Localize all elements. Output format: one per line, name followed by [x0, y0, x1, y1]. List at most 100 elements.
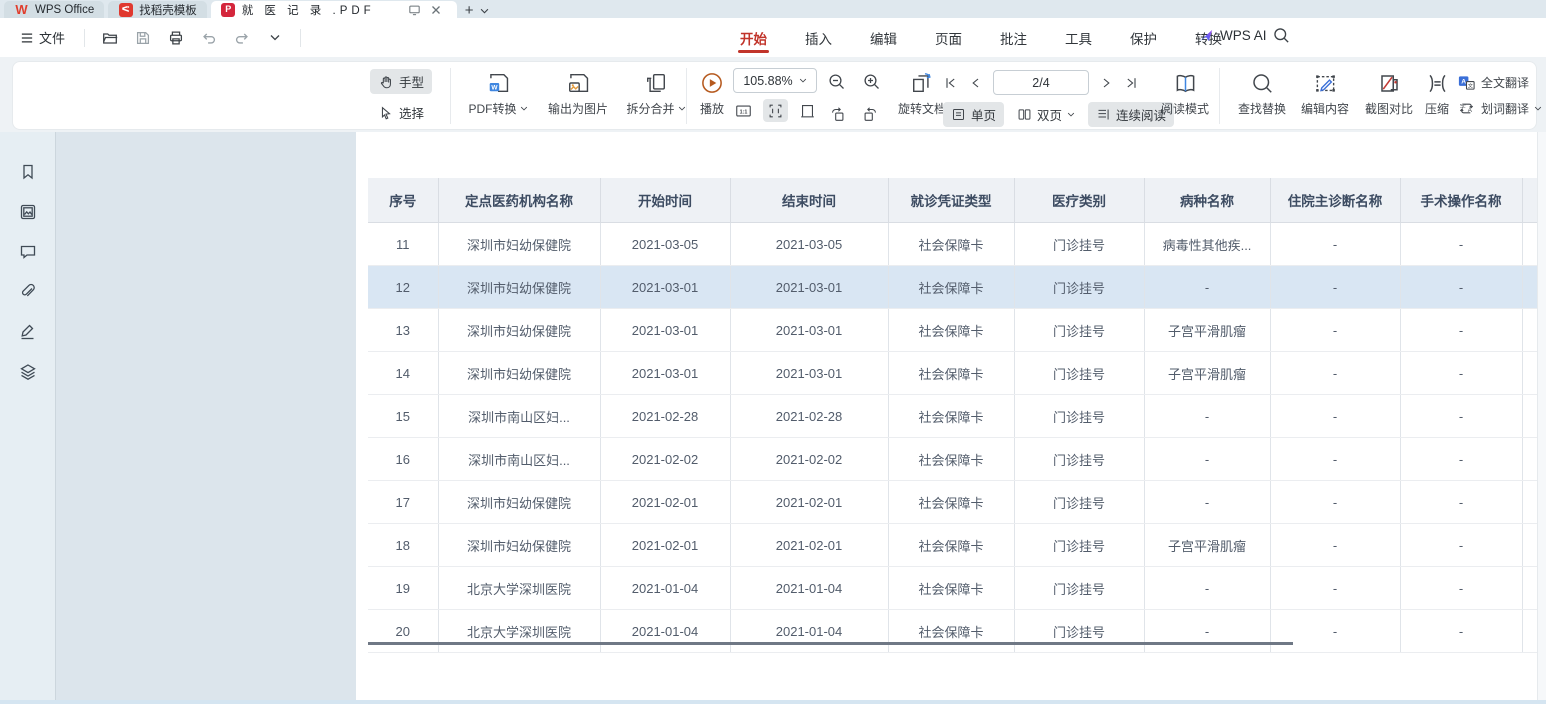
tab-medical-record-pdf[interactable]: P 就 医 记 录 .PDF — [211, 1, 457, 18]
wps-pdf-window: W WPS Office ᕙ 找稻壳模板 P 就 医 记 录 .PDF + — [0, 0, 1546, 704]
zoom-out-button[interactable] — [824, 70, 849, 93]
table-cell: 14 — [368, 352, 438, 395]
menu-tab-保护[interactable]: 保护 — [1128, 19, 1159, 57]
sidebar-bookmark-button[interactable] — [0, 152, 56, 192]
previous-page-button[interactable] — [968, 75, 984, 91]
select-tool-button[interactable]: 选择 — [370, 100, 432, 125]
vertical-scrollbar[interactable] — [1537, 132, 1546, 704]
table-cell: 门诊挂号 — [1014, 438, 1144, 481]
last-page-button[interactable] — [1123, 75, 1139, 91]
table-cell: 12 — [368, 266, 438, 309]
toolbar: 手型 选择 W PDF转换 输出为图片 拆 — [12, 61, 1537, 130]
rotate-left-button[interactable] — [825, 102, 850, 125]
fit-page-button[interactable] — [795, 99, 820, 122]
read-mode-button[interactable]: 阅读模式 — [1155, 67, 1215, 117]
continuous-scroll-icon — [1096, 107, 1111, 122]
zoom-level-value: 105.88% — [743, 74, 792, 88]
tab-close-icon[interactable] — [430, 4, 442, 16]
find-replace-button[interactable]: 查找替换 — [1229, 67, 1295, 117]
tab-monitor-icon[interactable] — [407, 3, 422, 17]
table-cell: 2021-03-01 — [600, 352, 730, 395]
table-cell: 2021-01-04 — [600, 567, 730, 610]
double-page-mode-button[interactable]: 双页 — [1009, 102, 1083, 127]
sidebar-thumbnails-button[interactable] — [0, 192, 56, 232]
zoom-in-button[interactable] — [859, 70, 884, 93]
tab-wps-office[interactable]: W WPS Office — [4, 1, 104, 18]
edit-content-button[interactable]: 编辑内容 — [1293, 67, 1357, 117]
table-cell: 20 — [368, 610, 438, 653]
new-tab-button[interactable]: + — [465, 3, 474, 18]
chevron-down-icon — [678, 106, 686, 111]
redo-button[interactable] — [230, 26, 254, 50]
find-replace-icon — [1229, 67, 1295, 99]
menu-tab-批注[interactable]: 批注 — [998, 19, 1029, 57]
tab-list-chevron-icon[interactable] — [480, 8, 489, 14]
table-cell: 社会保障卡 — [888, 610, 1014, 653]
rotate-right-button[interactable] — [858, 102, 883, 125]
table-cell: 19 — [368, 567, 438, 610]
table-cell: 北京大学深圳医院 — [438, 567, 600, 610]
quick-access-chevron[interactable] — [263, 26, 287, 50]
menu-tab-插入[interactable]: 插入 — [803, 19, 834, 57]
fit-width-button[interactable] — [763, 99, 788, 122]
sidebar-signature-button[interactable] — [0, 312, 56, 352]
file-menu-button[interactable]: 文件 — [14, 24, 71, 51]
table-cell: 深圳市妇幼保健院 — [438, 352, 600, 395]
previous-page-icon — [968, 75, 984, 91]
word-translate-button[interactable]: 字A 划词翻译 — [1457, 95, 1545, 121]
save-button[interactable] — [131, 26, 155, 50]
menu-tab-编辑[interactable]: 编辑 — [868, 19, 899, 57]
table-cell: - — [1400, 309, 1522, 352]
column-header: 开始时间 — [600, 178, 730, 223]
table-cell: 子宫平滑肌瘤 — [1144, 524, 1270, 567]
rotate-document-label: 旋转文档 — [898, 100, 946, 117]
table-cell: - — [1270, 266, 1400, 309]
tab-docer-templates[interactable]: ᕙ 找稻壳模板 — [108, 1, 207, 18]
menu-tab-工具[interactable]: 工具 — [1063, 19, 1094, 57]
select-tool-label: 选择 — [399, 103, 424, 122]
menu-tab-页面[interactable]: 页面 — [933, 19, 964, 57]
export-image-button[interactable]: 输出为图片 — [534, 67, 622, 117]
pdf-file-icon: P — [221, 2, 236, 17]
next-page-button[interactable] — [1098, 75, 1114, 91]
actual-size-button[interactable]: 1:1 — [731, 99, 756, 122]
divider — [1219, 68, 1220, 124]
table-cell-cutoff — [1522, 266, 1537, 309]
zoom-in-icon — [862, 72, 882, 92]
pdf-convert-button[interactable]: W PDF转换 — [454, 67, 542, 117]
table-row: 19北京大学深圳医院2021-01-042021-01-04社会保障卡门诊挂号-… — [368, 567, 1537, 610]
word-translate-icon: 字A — [1457, 99, 1476, 118]
fit-width-icon — [766, 102, 785, 120]
table-cell: 2021-02-02 — [600, 438, 730, 481]
read-mode-label: 阅读模式 — [1161, 100, 1209, 117]
zoom-level-select[interactable]: 105.88% — [733, 68, 817, 93]
wps-ai-button[interactable]: WPS AI — [1198, 27, 1267, 44]
sidebar-comment-button[interactable] — [0, 232, 56, 272]
export-image-label: 输出为图片 — [548, 100, 608, 117]
table-cell-cutoff — [1522, 309, 1537, 352]
open-file-button[interactable] — [98, 26, 122, 50]
svg-text:1:1: 1:1 — [739, 109, 747, 115]
table-cell-cutoff — [1522, 610, 1537, 653]
table-cell: - — [1144, 266, 1270, 309]
hand-tool-button[interactable]: 手型 — [370, 69, 432, 94]
svg-text:W: W — [491, 85, 498, 92]
screenshot-compare-button[interactable]: 截图对比 — [1357, 67, 1421, 117]
menu-tab-开始[interactable]: 开始 — [738, 19, 769, 57]
table-cell: 2021-02-01 — [600, 524, 730, 567]
rotate-left-icon — [828, 105, 847, 123]
undo-button[interactable] — [197, 26, 221, 50]
sidebar-layers-button[interactable] — [0, 352, 56, 392]
one-to-one-icon: 1:1 — [734, 102, 753, 120]
window-bottom-edge — [0, 700, 1546, 704]
table-cell: - — [1270, 481, 1400, 524]
menu-search-button[interactable] — [1272, 26, 1291, 45]
print-button[interactable] — [164, 26, 188, 50]
sidebar-attachment-button[interactable] — [0, 272, 56, 312]
page-number-input[interactable]: 2/4 — [993, 70, 1089, 95]
first-page-button[interactable] — [943, 75, 959, 91]
single-page-mode-button[interactable]: 单页 — [943, 102, 1004, 127]
single-page-label: 单页 — [971, 105, 996, 124]
compress-button[interactable]: 压缩 — [1415, 67, 1459, 117]
full-translate-button[interactable]: A文 全文翻译 — [1457, 69, 1545, 95]
